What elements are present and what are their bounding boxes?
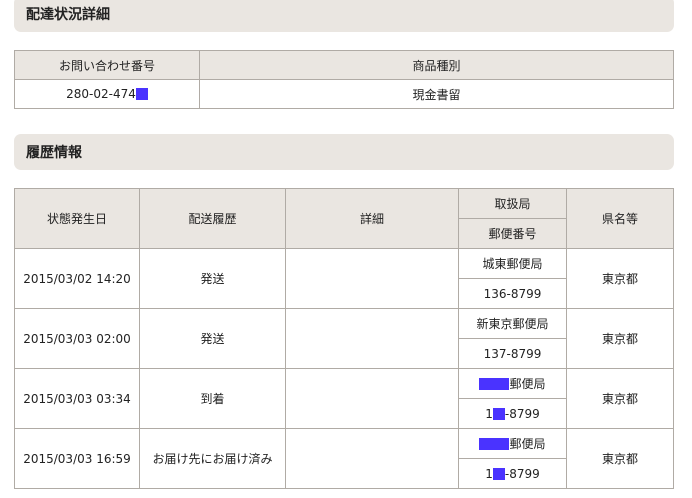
office-cell: 新東京郵便局: [458, 308, 567, 339]
delivery-status-table: お問い合わせ番号 商品種別 280-02-474 現金書留: [14, 50, 674, 109]
prefecture-cell: 東京都: [566, 308, 674, 369]
status-cell: 発送: [139, 308, 286, 369]
office-column-header: 取扱局: [458, 188, 567, 219]
table-row: 2015/03/03 03:34 到着 郵便局 東京都: [14, 368, 674, 429]
delivery-status-header: 配達状況詳細: [14, 0, 674, 32]
postal-code-cell: 1 -8799: [458, 398, 567, 429]
prefecture-cell: 東京都: [566, 248, 674, 309]
date-cell: 2015/03/03 16:59: [14, 428, 140, 489]
detail-cell: [285, 308, 459, 369]
redaction-mark: [492, 467, 505, 480]
status-column-header: 配送履歴: [139, 188, 286, 249]
prefecture-column-header: 県名等: [566, 188, 674, 249]
office-cell: 郵便局: [458, 428, 567, 459]
office-name: 郵便局: [509, 437, 546, 451]
postal-code-prefix: 1: [485, 406, 493, 421]
date-cell: 2015/03/03 03:34: [14, 368, 140, 429]
date-cell: 2015/03/03 02:00: [14, 308, 140, 369]
postal-code-suffix: -8799: [504, 466, 540, 481]
detail-column-header: 詳細: [285, 188, 459, 249]
detail-cell: [285, 368, 459, 429]
table-row: 2015/03/03 16:59 お届け先にお届け済み 郵便局 東京都: [14, 428, 674, 489]
redaction-mark: [135, 88, 148, 100]
redaction-mark: [479, 438, 510, 450]
office-cell: 城東郵便局: [458, 248, 567, 279]
detail-cell: [285, 428, 459, 489]
redaction-mark: [479, 378, 510, 390]
tracking-number-cell: 280-02-474: [14, 79, 200, 109]
tracking-number-column-header: お問い合わせ番号: [14, 50, 200, 80]
postal-code-cell: 136-8799: [458, 278, 567, 309]
detail-cell: [285, 248, 459, 309]
office-cell: 郵便局: [458, 368, 567, 399]
table-row: 2015/03/02 14:20 発送 城東郵便局 東京都: [14, 248, 674, 309]
office-name: 郵便局: [509, 377, 546, 391]
status-cell: 到着: [139, 368, 286, 429]
prefecture-cell: 東京都: [566, 368, 674, 429]
postal-code-suffix: -8799: [504, 406, 540, 421]
prefecture-cell: 東京都: [566, 428, 674, 489]
history-header: 履歴情報: [14, 134, 674, 170]
postal-code-cell: 1 -8799: [458, 458, 567, 489]
history-table: 状態発生日 配送履歴 詳細 取扱局 県名等 郵便番号 2015/03/02 14…: [14, 188, 674, 489]
postal-code-cell: 137-8799: [458, 338, 567, 369]
postal-code-prefix: 1: [485, 466, 493, 481]
postal-code-column-header: 郵便番号: [458, 218, 567, 249]
product-type-column-header: 商品種別: [199, 50, 674, 80]
tracking-number: 280-02-474: [66, 87, 136, 101]
table-row: 2015/03/03 02:00 発送 新東京郵便局 東京都: [14, 308, 674, 369]
status-cell: お届け先にお届け済み: [139, 428, 286, 489]
redaction-mark: [492, 407, 505, 420]
status-cell: 発送: [139, 248, 286, 309]
date-column-header: 状態発生日: [14, 188, 140, 249]
date-cell: 2015/03/02 14:20: [14, 248, 140, 309]
product-type-cell: 現金書留: [199, 79, 674, 109]
